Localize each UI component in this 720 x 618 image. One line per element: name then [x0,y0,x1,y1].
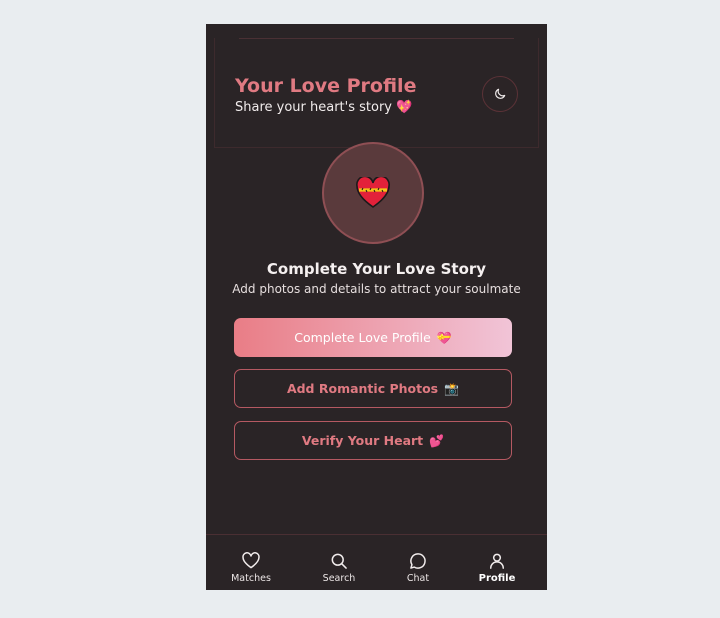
nav-item-chat[interactable]: Chat [388,551,448,584]
nav-label-matches: Matches [231,573,271,584]
divider [239,38,514,39]
two-hearts-emoji: 💕 [429,433,445,448]
nav-label-search: Search [322,573,356,584]
cta-subtitle: Add photos and details to attract your s… [232,282,521,296]
chat-icon [410,553,426,569]
complete-profile-button[interactable]: Complete Love Profile 💝 [234,318,512,357]
camera-emoji: 📸 [444,381,460,396]
cta-title: Complete Your Love Story [266,260,487,278]
profile-avatar[interactable] [322,142,424,244]
bottom-navigation: Matches Search Chat Profile [206,534,547,590]
verify-heart-label: Verify Your Heart [301,433,424,448]
nav-label-profile: Profile [478,573,516,584]
verify-heart-button[interactable]: Verify Your Heart 💕 [234,421,512,460]
page-title: Your Love Profile [235,75,417,97]
search-icon [331,553,347,569]
add-photos-label: Add Romantic Photos [286,381,439,396]
nav-item-matches[interactable]: Matches [221,551,281,584]
complete-profile-label: Complete Love Profile [294,330,431,345]
mending-heart-icon [356,177,390,208]
profile-header: Your Love Profile Share your heart's sto… [214,38,539,148]
nav-label-chat: Chat [406,573,430,584]
heart-icon [242,552,260,569]
theme-toggle-button[interactable] [482,76,518,112]
user-icon [490,553,504,569]
nav-item-profile[interactable]: Profile [467,551,527,584]
add-photos-button[interactable]: Add Romantic Photos 📸 [234,369,512,408]
nav-item-search[interactable]: Search [309,551,369,584]
sparkling-heart-emoji: 💖 [396,100,413,115]
page-subtitle-text: Share your heart's story [235,100,392,115]
page-subtitle: Share your heart's story 💖 [235,100,412,115]
app-screen: Your Love Profile Share your heart's sto… [206,24,547,590]
moon-icon [495,88,506,99]
heart-ribbon-emoji: 💝 [436,330,452,345]
